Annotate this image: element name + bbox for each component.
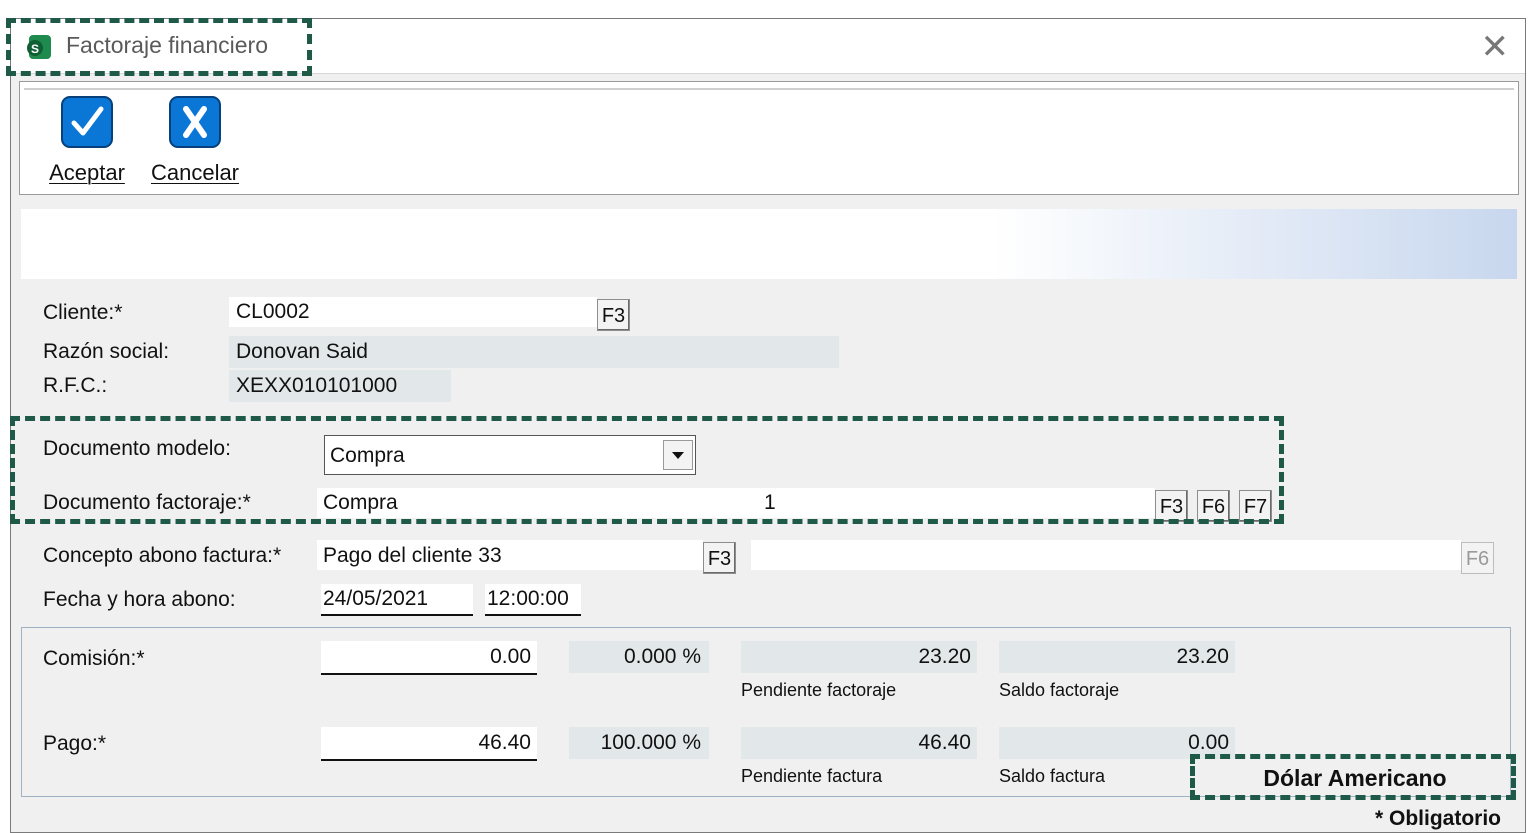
pago-field[interactable]: 46.40 [321, 727, 537, 761]
title-bar: S Factoraje financiero ✕ [11, 19, 1525, 74]
razon-value: Donovan Said [236, 340, 368, 363]
rfc-label: R.F.C.: [43, 374, 108, 397]
doc-factoraje-number: 1 [764, 491, 776, 514]
pendiente-factoraje-label: Pendiente factoraje [741, 680, 897, 700]
pendiente-factoraje-value: 23.20 [918, 645, 971, 668]
doc-factoraje-value: Compra [323, 491, 398, 514]
concepto-f3-button[interactable]: F3 [703, 542, 736, 574]
cliente-f3-button[interactable]: F3 [597, 299, 630, 331]
doc-factoraje-label: Documento factoraje:* [43, 491, 251, 514]
razon-field: Donovan Said [229, 336, 839, 368]
pendiente-factura-label: Pendiente factura [741, 766, 883, 786]
app-icon: S [27, 35, 51, 59]
accept-button[interactable]: Aceptar [42, 96, 132, 186]
doc-factoraje-f6-button[interactable]: F6 [1197, 490, 1230, 522]
pendiente-factura-field: 46.40 [741, 727, 977, 759]
check-icon [61, 96, 113, 148]
cliente-value: CL0002 [236, 300, 310, 323]
cancel-button[interactable]: Cancelar [150, 96, 240, 186]
doc-factoraje-field[interactable]: Compra 1 [317, 488, 1155, 518]
x-icon [169, 96, 221, 148]
doc-modelo-label: Documento modelo: [43, 437, 231, 460]
fecha-label: Fecha y hora abono: [43, 588, 236, 611]
pago-pct-value: 100.000 % [600, 731, 701, 754]
pago-label: Pago:* [43, 732, 107, 755]
chevron-down-icon[interactable] [663, 440, 693, 470]
fecha-field[interactable]: 24/05/2021 [321, 584, 473, 616]
pendiente-factoraje-field: 23.20 [741, 641, 977, 673]
doc-factoraje-f7-button[interactable]: F7 [1239, 490, 1272, 522]
pendiente-factura-value: 46.40 [918, 731, 971, 754]
concepto-description-field[interactable] [751, 540, 1461, 570]
saldo-factura-value: 0.00 [1188, 731, 1229, 754]
doc-factoraje-f3-button[interactable]: F3 [1155, 490, 1188, 522]
hora-field[interactable]: 12:00:00 [485, 584, 581, 616]
comision-pct-field: 0.000 % [569, 641, 709, 673]
saldo-factura-label: Saldo factura [999, 766, 1106, 786]
comision-pct-value: 0.000 % [623, 645, 701, 668]
factoraje-window: S Factoraje financiero ✕ Aceptar Cancela… [10, 18, 1526, 833]
cancel-label: Cancelar [150, 160, 240, 185]
toolbar: Aceptar Cancelar [19, 81, 1519, 195]
toolbar-divider [24, 88, 1514, 90]
cliente-field[interactable]: CL0002 [229, 297, 597, 327]
saldo-factoraje-field: 23.20 [999, 641, 1235, 673]
comision-field[interactable]: 0.00 [321, 641, 537, 675]
concepto-field[interactable]: Pago del cliente 33 [317, 540, 703, 570]
rfc-field: XEXX010101000 [229, 370, 451, 402]
accept-label: Aceptar [49, 160, 125, 185]
close-icon[interactable]: ✕ [1481, 27, 1510, 67]
comision-label: Comisión:* [43, 647, 145, 670]
pago-pct-field: 100.000 % [569, 727, 709, 759]
saldo-factura-field: 0.00 [999, 727, 1235, 759]
doc-modelo-select[interactable]: Compra [324, 435, 696, 475]
concepto-label: Concepto abono factura:* [43, 544, 282, 567]
fecha-value: 24/05/2021 [323, 587, 429, 610]
hora-value: 12:00:00 [487, 587, 569, 610]
concepto-f6-button[interactable]: F6 [1461, 542, 1494, 574]
concepto-value: Pago del cliente 33 [323, 544, 502, 567]
rfc-value: XEXX010101000 [236, 374, 398, 397]
window-title: Factoraje financiero [66, 32, 268, 58]
comision-value: 0.00 [490, 645, 531, 668]
cliente-label: Cliente:* [43, 301, 123, 324]
header-banner [21, 209, 1517, 279]
saldo-factoraje-label: Saldo factoraje [999, 680, 1120, 700]
doc-modelo-value: Compra [330, 444, 405, 467]
currency-label: Dólar Americano [1263, 765, 1447, 791]
saldo-factoraje-value: 23.20 [1176, 645, 1229, 668]
svg-text:S: S [31, 42, 39, 56]
obligatorio-note: * Obligatorio [1375, 807, 1501, 830]
pago-value: 46.40 [478, 731, 531, 754]
razon-label: Razón social: [43, 340, 170, 363]
